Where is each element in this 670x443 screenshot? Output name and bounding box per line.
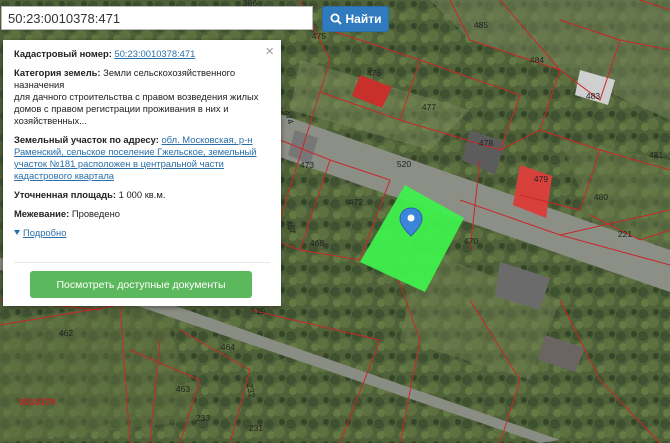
plot-label: 485 [474,20,488,30]
parcel-info-popup: × Кадастровый номер: 50:23:0010378:471 К… [3,40,281,306]
plot-label: 484 [530,55,544,65]
details-toggle[interactable]: Подробно [14,227,271,239]
quarter-label: 0010378 [19,397,56,407]
plot-label: 481 [649,150,663,160]
divider [14,262,270,263]
plot-label: 233 [196,413,210,423]
plot-label: 520 [397,159,411,169]
close-icon[interactable]: × [265,44,274,59]
plot-label: 478 [479,138,493,148]
address-label: Земельный участок по адресу: [14,134,159,145]
area-value: 1 000 кв.м. [118,189,166,200]
search-button-label: Найти [345,12,382,26]
plot-label: 470 [464,236,478,246]
plot-label: 477 [422,102,436,112]
plot-label: 519 [251,306,265,316]
search-input[interactable]: 50:23:0010378:471 [1,6,313,30]
plot-label: 480 [594,192,608,202]
cadastral-label: Кадастровый номер: [14,48,112,59]
survey-label: Межевание: [14,208,70,219]
search-button[interactable]: Найти [322,6,389,32]
plot-label: 483 [586,91,600,101]
plot-label: 464 [221,342,235,352]
plot-label: 476 [367,68,381,78]
plot-label: 479 [534,174,548,184]
search-icon [330,13,342,25]
caret-down-icon [14,230,20,235]
category-label: Категория земель: [14,67,101,78]
plot-label: 221 [618,229,632,239]
plot-label: 231 [249,423,263,433]
survey-row: Межевание: Проведено [14,208,271,220]
view-documents-button[interactable]: Посмотреть доступные документы [30,271,252,298]
category-row: Категория земель: Земли сельскохозяйстве… [14,67,271,127]
plot-label: 462 [59,328,73,338]
plot-label: 468 [310,238,324,248]
area-row: Уточненная площадь: 1 000 кв.м. [14,189,271,201]
area-label: Уточненная площадь: [14,189,117,200]
plot-label: 463 [176,384,190,394]
cadastral-row: Кадастровый номер: 50:23:0010378:471 [14,48,271,60]
survey-value: Проведено [71,208,120,219]
details-link[interactable]: Подробно [23,227,66,238]
plot-label: 473 [300,160,314,170]
cadastral-link[interactable]: 50:23:0010378:471 [114,48,195,59]
plot-label: 472 [349,197,363,207]
address-row: Земельный участок по адресу: обл. Москов… [14,134,271,182]
search-bar: 50:23:0010378:471 Найти [1,6,389,32]
category-detail: для дачного строительства с правом возве… [14,91,259,126]
plot-label: 475 [312,31,326,41]
